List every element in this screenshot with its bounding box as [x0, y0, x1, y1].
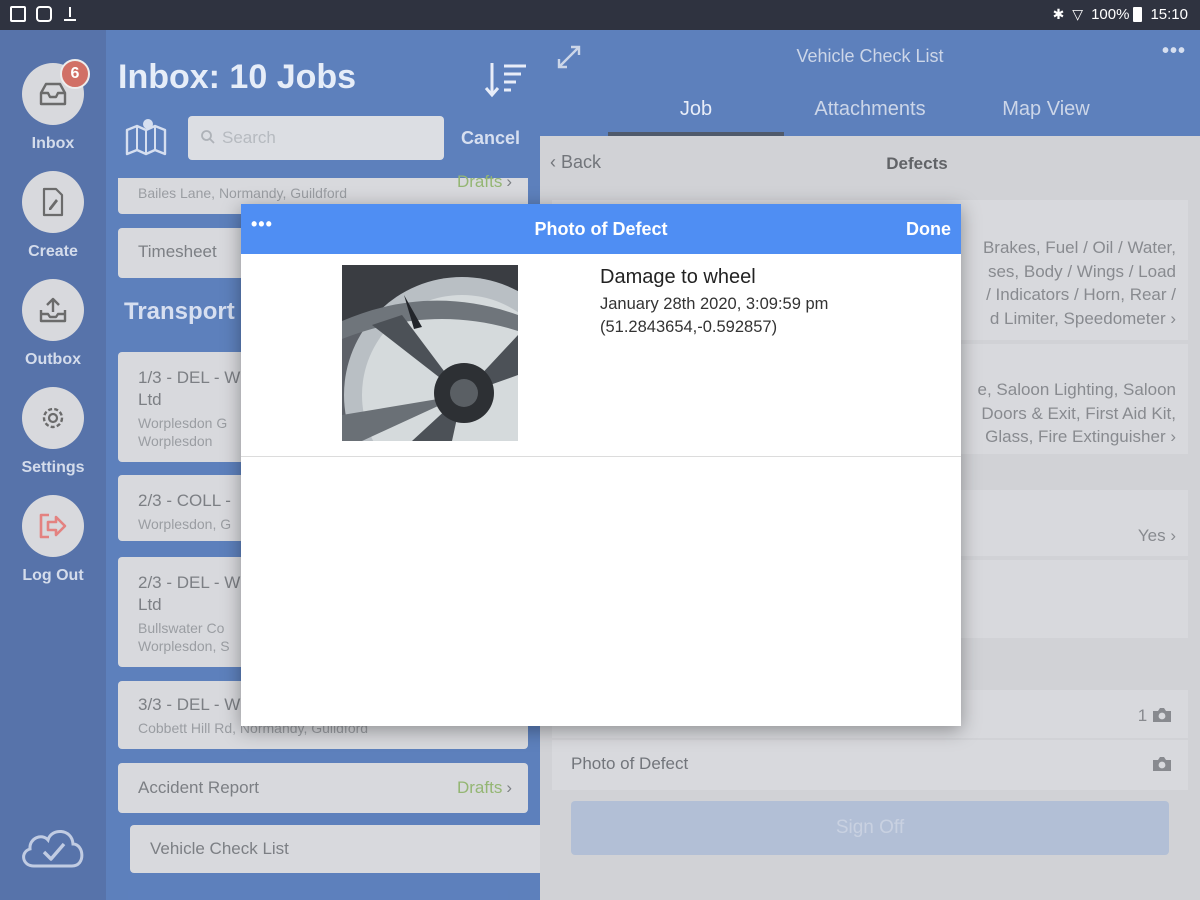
photo-modal: ••• Photo of Defect Done Damage to wheel…: [241, 204, 961, 726]
caption-date: January 28th 2020, 3:09:59 pm: [600, 295, 829, 313]
defect-photo[interactable]: [342, 265, 580, 513]
caption-coordinates: (51.2843654,-0.592857): [600, 318, 778, 336]
status-system-icons: ✱ ▽ 100% 15:10: [1053, 6, 1188, 23]
modal-header: ••• Photo of Defect Done: [241, 204, 961, 254]
bluetooth-icon: ✱: [1052, 6, 1065, 22]
caption-title: Damage to wheel: [600, 266, 756, 288]
app-notification-icon: [10, 6, 26, 22]
clock: 15:10: [1150, 6, 1188, 23]
photo-caption: Damage to wheel January 28th 2020, 3:09:…: [600, 266, 828, 339]
image-notification-icon: [36, 6, 52, 22]
done-button[interactable]: Done: [906, 219, 951, 240]
modal-title: Photo of Defect: [534, 219, 668, 239]
download-notification-icon: [62, 6, 78, 22]
status-notification-icons: [10, 6, 78, 22]
battery-percent: 100%: [1091, 6, 1130, 23]
modal-divider: [241, 456, 961, 457]
battery-icon: [1133, 7, 1143, 22]
status-bar: ✱ ▽ 100% 15:10: [0, 0, 1200, 30]
wheel-damage-photo: [342, 265, 580, 513]
wifi-icon: ▽: [1072, 6, 1084, 22]
